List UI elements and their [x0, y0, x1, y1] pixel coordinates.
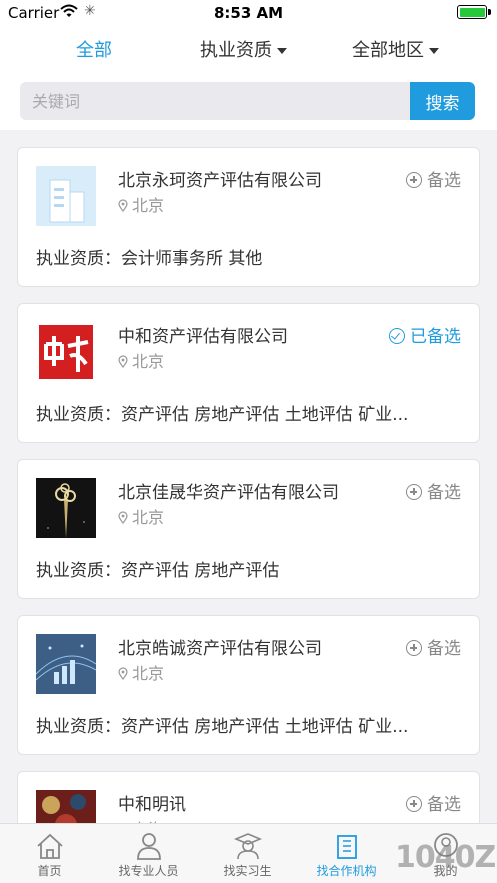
filter-qualification-label: 执业资质	[200, 40, 272, 61]
plus-circle-icon	[406, 796, 422, 812]
pick-label: 备选	[427, 171, 461, 191]
plus-circle-icon	[406, 484, 422, 500]
location-text: 北京	[132, 352, 165, 371]
tab-home[interactable]: 首页	[0, 824, 99, 883]
tab-label: 首页	[37, 864, 62, 878]
add-to-shortlist-button[interactable]: 备选	[406, 478, 461, 503]
chevron-down-icon	[277, 48, 287, 54]
institution-name: 中和明讯	[118, 795, 186, 815]
status-bar: Carrier ✳ 8:53 AM	[0, 0, 497, 26]
location-pin-icon	[118, 199, 128, 212]
graduate-icon	[233, 833, 262, 860]
add-to-shortlist-button[interactable]: 备选	[406, 790, 461, 815]
search-input[interactable]	[20, 82, 410, 120]
add-to-shortlist-button[interactable]: 备选	[406, 634, 461, 659]
location-text: 北京	[132, 664, 165, 683]
qualification-text: 执业资质：会计师事务所 其他	[36, 249, 263, 269]
watermark-logo: 1040Z	[395, 840, 496, 875]
institution-list: 北京永珂资产评估有限公司 北京 备选 执业资质：会计师事务所 其他 中和资产评估…	[0, 130, 497, 823]
search-box	[20, 82, 410, 120]
filter-qualification-dropdown[interactable]: 执业资质	[200, 36, 287, 62]
institution-card[interactable]: 北京佳晟华资产评估有限公司 北京 备选 执业资质：资产评估 房地产评估	[17, 459, 480, 599]
pick-label: 备选	[427, 639, 461, 659]
plus-circle-icon	[406, 172, 422, 188]
institution-location: 北京	[118, 192, 164, 216]
filter-bar: 全部 执业资质 全部地区	[0, 26, 497, 76]
institution-location: 上海	[118, 816, 164, 823]
tab-find-interns[interactable]: 找实习生	[198, 824, 297, 883]
plus-circle-icon	[406, 640, 422, 656]
tab-label: 找专业人员	[118, 864, 179, 878]
institution-logo	[36, 322, 96, 382]
qualification-text: 执业资质：资产评估 房地产评估 土地评估 矿业...	[36, 717, 409, 737]
person-icon	[136, 833, 161, 860]
institution-logo	[36, 478, 96, 538]
institution-logo-placeholder	[36, 166, 96, 226]
tab-find-institutions[interactable]: 找合作机构	[297, 824, 396, 883]
filter-region-label: 全部地区	[352, 40, 424, 61]
location-text: 北京	[132, 508, 165, 527]
search-button[interactable]: 搜索	[410, 82, 475, 120]
institution-name: 北京佳晟华资产评估有限公司	[118, 483, 339, 503]
location-text: 北京	[132, 196, 165, 215]
qualification-text: 执业资质：资产评估 房地产评估	[36, 561, 280, 581]
location-pin-icon	[118, 511, 128, 524]
institution-name: 北京皓诚资产评估有限公司	[118, 639, 322, 659]
institution-card[interactable]: 中和明讯 上海 备选	[17, 771, 480, 823]
institution-location: 北京	[118, 504, 164, 528]
pick-label: 备选	[427, 483, 461, 503]
filter-region-dropdown[interactable]: 全部地区	[352, 36, 439, 62]
tab-label: 找实习生	[223, 864, 272, 878]
shortlisted-button[interactable]: 已备选	[389, 322, 461, 347]
institution-card[interactable]: 北京皓诚资产评估有限公司 北京 备选 执业资质：资产评估 房地产评估 土地评估 …	[17, 615, 480, 755]
pick-label: 已备选	[410, 327, 461, 347]
institution-name: 北京永珂资产评估有限公司	[118, 171, 322, 191]
add-to-shortlist-button[interactable]: 备选	[406, 166, 461, 191]
qualification-text: 执业资质：资产评估 房地产评估 土地评估 矿业...	[36, 405, 409, 425]
institution-name: 中和资产评估有限公司	[118, 327, 288, 347]
check-circle-icon	[389, 328, 405, 344]
institution-card[interactable]: 北京永珂资产评估有限公司 北京 备选 执业资质：会计师事务所 其他	[17, 147, 480, 287]
home-icon	[36, 833, 63, 859]
search-row: 搜索	[0, 76, 497, 130]
tab-label: 找合作机构	[316, 864, 377, 878]
pick-label: 备选	[427, 795, 461, 815]
battery-icon	[457, 5, 491, 19]
location-pin-icon	[118, 667, 128, 680]
institution-logo	[36, 634, 96, 694]
tab-find-professionals[interactable]: 找专业人员	[99, 824, 198, 883]
location-pin-icon	[118, 355, 128, 368]
institution-location: 北京	[118, 348, 164, 372]
building-icon	[336, 835, 357, 859]
clock: 8:53 AM	[213, 4, 284, 22]
chevron-down-icon	[429, 48, 439, 54]
filter-all-tab[interactable]: 全部	[76, 36, 112, 62]
institution-logo	[36, 790, 96, 823]
institution-location: 北京	[118, 660, 164, 684]
institution-card[interactable]: 中和资产评估有限公司 北京 已备选 执业资质：资产评估 房地产评估 土地评估 矿…	[17, 303, 480, 443]
